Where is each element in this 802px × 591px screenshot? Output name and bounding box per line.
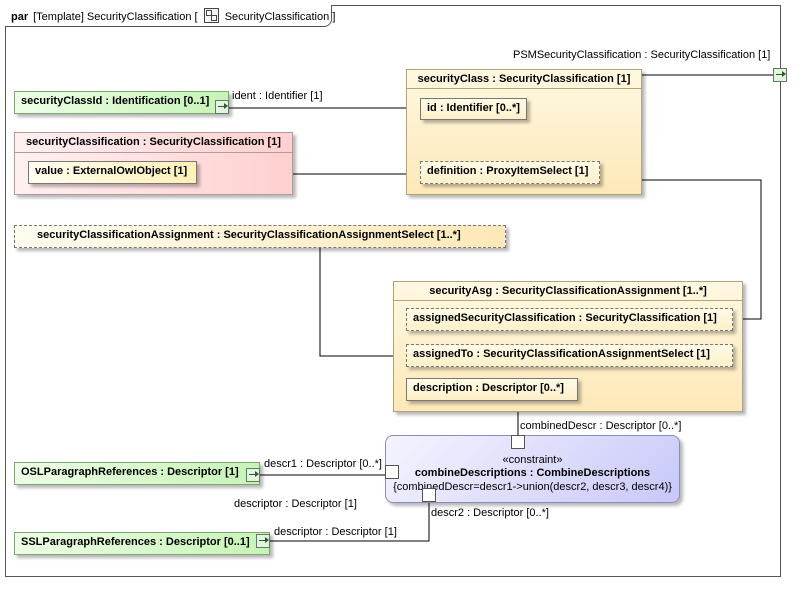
descr1-label: descr1 : Descriptor [0..*] xyxy=(264,458,382,470)
part-security-classification-assignment-title: securityClassificationAssignment : Secur… xyxy=(37,229,461,241)
part-ssl-title: SSLParagraphReferences : Descriptor [0..… xyxy=(21,536,250,548)
part-security-class-title: securityClass : SecurityClassification [… xyxy=(407,70,641,89)
combined-descr-port[interactable] xyxy=(511,435,525,449)
part-assigned-to[interactable]: assignedTo : SecurityClassificationAssig… xyxy=(406,344,733,367)
part-description[interactable]: description : Descriptor [0..*] xyxy=(406,378,578,401)
arrow-right-icon xyxy=(259,537,269,543)
part-id-title: id : Identifier [0..*] xyxy=(427,102,520,114)
part-value[interactable]: value : ExternalOwlObject [1] xyxy=(28,161,197,184)
part-security-class-id[interactable]: securityClassId : Identification [0..1] xyxy=(14,91,229,114)
descr2-label: descr2 : Descriptor [0..*] xyxy=(431,507,549,519)
part-assigned-security-classification[interactable]: assignedSecurityClassification : Securit… xyxy=(406,308,733,331)
ident-label: ident : Identifier [1] xyxy=(232,90,323,102)
descriptor-ssl-label: descriptor : Descriptor [1] xyxy=(274,526,397,538)
psm-label: PSMSecurityClassification : SecurityClas… xyxy=(513,49,771,61)
part-osl-paragraph-references[interactable]: OSLParagraphReferences : Descriptor [1] xyxy=(14,462,260,485)
arrow-right-icon xyxy=(776,71,786,77)
security-class-id-port[interactable] xyxy=(215,100,229,114)
part-osl-title: OSLParagraphReferences : Descriptor [1] xyxy=(21,466,239,478)
arrow-right-icon xyxy=(218,103,228,109)
constraint-stereotype: «constraint» xyxy=(502,454,563,466)
part-description-title: description : Descriptor [0..*] xyxy=(413,382,564,394)
part-value-title: value : ExternalOwlObject [1] xyxy=(35,165,188,177)
descr2-port[interactable] xyxy=(422,488,436,502)
constraint-name: combineDescriptions : CombineDescription… xyxy=(414,467,651,479)
psm-port[interactable] xyxy=(773,68,787,82)
part-assigned-to-title: assignedTo : SecurityClassificationAssig… xyxy=(413,348,710,360)
osl-port[interactable] xyxy=(246,468,260,482)
part-security-class-id-title: securityClassId : Identification [0..1] xyxy=(21,95,210,107)
arrow-right-icon xyxy=(249,471,259,477)
descr1-port[interactable] xyxy=(385,465,399,479)
descriptor-osl-label: descriptor : Descriptor [1] xyxy=(234,498,357,510)
part-ssl-paragraph-references[interactable]: SSLParagraphReferences : Descriptor [0..… xyxy=(14,532,270,555)
part-definition[interactable]: definition : ProxyItemSelect [1] xyxy=(420,161,600,184)
part-security-classification-title: securityClassification : SecurityClassif… xyxy=(15,133,292,153)
part-definition-title: definition : ProxyItemSelect [1] xyxy=(427,165,589,177)
part-security-asg-title: securityAsg : SecurityClassificationAssi… xyxy=(394,282,742,301)
part-assigned-security-classification-title: assignedSecurityClassification : Securit… xyxy=(413,312,717,324)
part-security-classification-assignment[interactable]: securityClassificationAssignment : Secur… xyxy=(14,225,506,248)
combined-descr-label: combinedDescr : Descriptor [0..*] xyxy=(520,420,682,432)
ssl-port[interactable] xyxy=(256,534,270,548)
part-id[interactable]: id : Identifier [0..*] xyxy=(420,98,527,120)
